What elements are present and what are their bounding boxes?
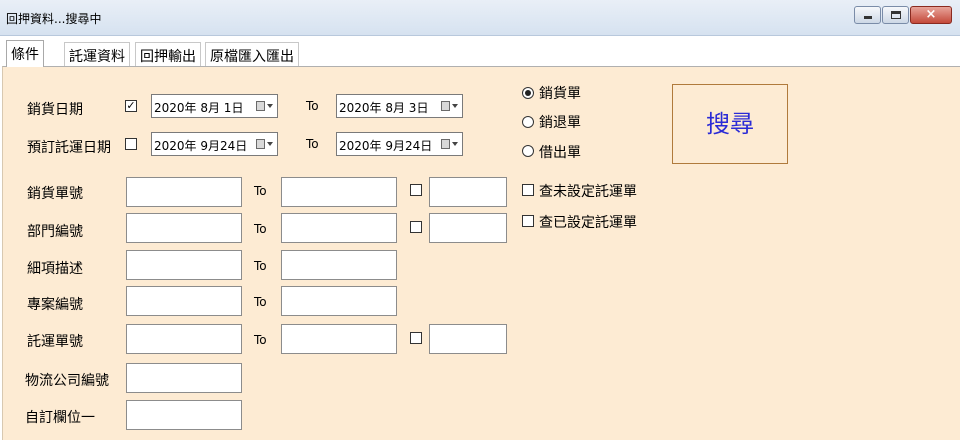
calendar-icon [441, 139, 450, 149]
project-no-label: 專案編號 [27, 297, 83, 313]
dropdown-arrow-icon [267, 142, 273, 146]
filter-set-checkbox[interactable] [522, 215, 534, 227]
sales-no-label: 銷貨單號 [27, 186, 83, 202]
project-no-to-input[interactable] [281, 286, 397, 316]
ship-date-checkbox[interactable] [125, 138, 137, 150]
tab-conditions[interactable]: 條件 [6, 40, 44, 67]
window-title: 回押資料...搜尋中 [6, 12, 102, 26]
shipping-no-label: 託運單號 [27, 334, 83, 350]
ship-date-label: 預訂託運日期 [27, 140, 111, 156]
dept-no-checkbox[interactable] [410, 221, 422, 233]
project-no-from-input[interactable] [126, 286, 242, 316]
dropdown-arrow-icon [267, 104, 273, 108]
radio-sales-return-label: 銷退單 [539, 115, 581, 131]
minimize-button[interactable] [854, 6, 881, 24]
filter-set-label: 查已設定託運單 [539, 215, 637, 231]
calendar-icon [256, 101, 265, 111]
radio-sales-slip[interactable] [522, 87, 534, 99]
logistics-no-label: 物流公司編號 [25, 373, 109, 389]
custom-field-1-input[interactable] [126, 400, 242, 430]
tab-strip: 條件 託運資料 回押輸出 原檔匯入匯出 [0, 36, 960, 67]
dept-no-label: 部門編號 [27, 224, 83, 240]
item-desc-to-input[interactable] [281, 250, 397, 280]
sales-date-from-picker[interactable]: 2020年 8月 1日 [151, 94, 278, 118]
conditions-panel: 銷貨日期 ✓ 2020年 8月 1日 To 2020年 8月 3日 預訂託運日期… [2, 66, 960, 440]
close-button[interactable]: × [910, 6, 952, 24]
minimize-icon [864, 16, 872, 19]
filter-unset-checkbox[interactable] [522, 184, 534, 196]
tab-return-output[interactable]: 回押輸出 [135, 42, 201, 66]
to-label: To [254, 295, 267, 309]
to-label: To [306, 137, 319, 151]
to-label: To [254, 259, 267, 273]
radio-loan-slip-label: 借出單 [539, 145, 581, 161]
shipping-no-to-input[interactable] [281, 324, 397, 354]
calendar-icon [441, 101, 450, 111]
radio-sales-slip-label: 銷貨單 [539, 86, 581, 102]
shipping-no-extra-input[interactable] [429, 324, 507, 354]
dept-no-from-input[interactable] [126, 213, 242, 243]
sales-date-to-value: 2020年 8月 3日 [339, 101, 429, 115]
close-icon: × [925, 7, 937, 22]
ship-date-from-picker[interactable]: 2020年 9月24日 [151, 132, 278, 156]
item-desc-from-input[interactable] [126, 250, 242, 280]
dept-no-to-input[interactable] [281, 213, 397, 243]
to-label: To [254, 222, 267, 236]
filter-unset-label: 查未設定託運單 [539, 184, 637, 200]
window-controls: × [853, 6, 952, 24]
radio-dot [525, 90, 531, 96]
dropdown-arrow-icon [452, 142, 458, 146]
sales-no-from-input[interactable] [126, 177, 242, 207]
ship-date-to-picker[interactable]: 2020年 9月24日 [336, 132, 463, 156]
to-label: To [254, 184, 267, 198]
to-label: To [254, 333, 267, 347]
logistics-no-input[interactable] [126, 363, 242, 393]
sales-no-checkbox[interactable] [410, 184, 422, 196]
shipping-no-from-input[interactable] [126, 324, 242, 354]
maximize-icon [891, 11, 901, 19]
ship-date-from-value: 2020年 9月24日 [154, 139, 248, 153]
ship-date-to-value: 2020年 9月24日 [339, 139, 433, 153]
sales-no-extra-input[interactable] [429, 177, 507, 207]
custom-field-1-label: 自訂欄位一 [25, 410, 95, 426]
sales-date-label: 銷貨日期 [27, 102, 83, 118]
tab-shipping-data[interactable]: 託運資料 [64, 42, 130, 66]
calendar-icon [256, 139, 265, 149]
sales-date-to-picker[interactable]: 2020年 8月 3日 [336, 94, 463, 118]
maximize-button[interactable] [882, 6, 909, 24]
sales-no-to-input[interactable] [281, 177, 397, 207]
tab-file-import-export[interactable]: 原檔匯入匯出 [205, 42, 299, 66]
title-bar: 回押資料...搜尋中 × [0, 0, 960, 36]
dropdown-arrow-icon [452, 104, 458, 108]
sales-date-checkbox[interactable]: ✓ [125, 100, 137, 112]
item-desc-label: 細項描述 [27, 261, 83, 277]
to-label: To [306, 99, 319, 113]
radio-sales-return[interactable] [522, 116, 534, 128]
dept-no-extra-input[interactable] [429, 213, 507, 243]
shipping-no-checkbox[interactable] [410, 332, 422, 344]
search-button[interactable]: 搜尋 [672, 84, 788, 164]
sales-date-from-value: 2020年 8月 1日 [154, 101, 244, 115]
radio-loan-slip[interactable] [522, 145, 534, 157]
